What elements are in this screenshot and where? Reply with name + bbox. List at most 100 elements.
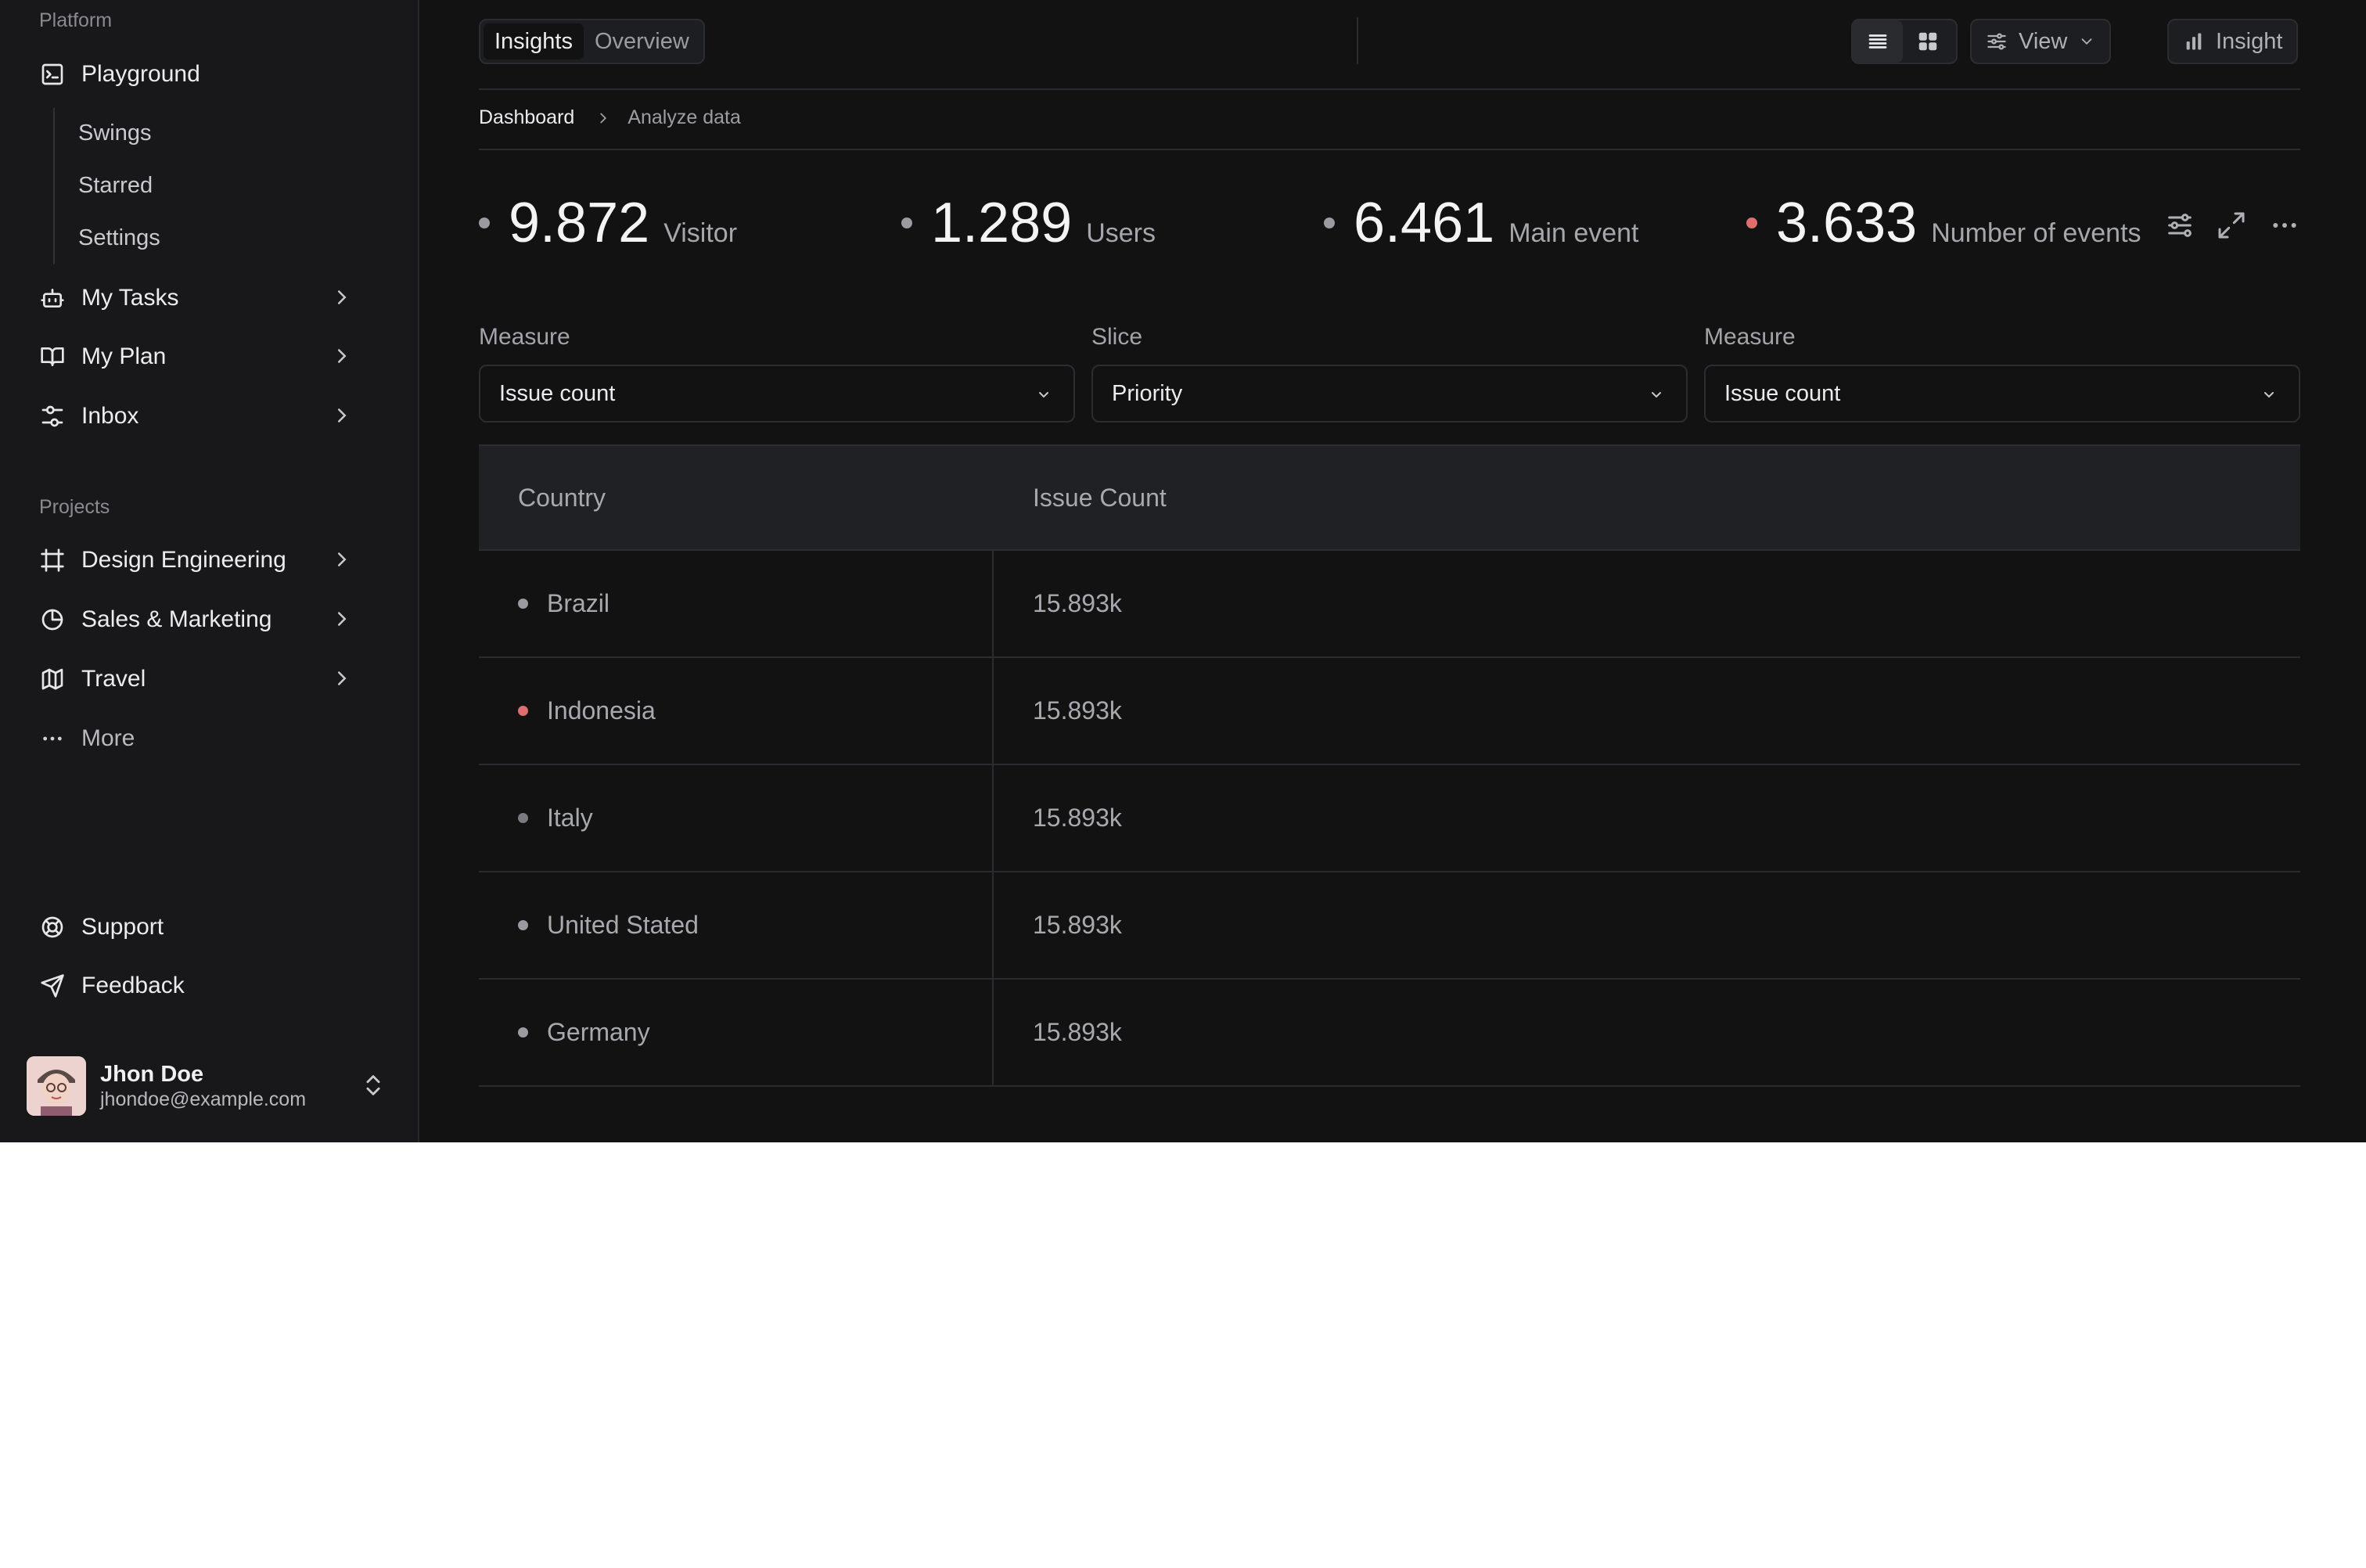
user-name: Jhon Doe bbox=[100, 1062, 204, 1087]
select-value: Issue count bbox=[1724, 380, 1841, 406]
country-name: United Stated bbox=[547, 911, 699, 939]
sidebar-item-support[interactable]: Support bbox=[28, 902, 388, 952]
stat-value: 3.633 bbox=[1776, 192, 1918, 254]
slice-select[interactable]: Priority bbox=[1091, 365, 1688, 423]
sidebar-subitem-starred[interactable]: Starred bbox=[78, 165, 153, 206]
sidebar-subitem-settings[interactable]: Settings bbox=[78, 218, 160, 258]
status-dot bbox=[518, 599, 528, 609]
chevron-right-icon bbox=[338, 349, 347, 363]
table-row[interactable]: Germany 15.893k bbox=[479, 980, 2300, 1087]
sidebar-item-my-plan[interactable]: My Plan bbox=[28, 332, 388, 382]
chevron-right-icon bbox=[600, 113, 607, 123]
sidebar-item-inbox[interactable]: Inbox bbox=[28, 391, 388, 441]
sidebar-item-label: My Tasks bbox=[81, 285, 179, 311]
layout-toggle bbox=[1851, 19, 1958, 64]
sidebar-item-label: My Plan bbox=[81, 343, 167, 369]
sidebar-item-feedback[interactable]: Feedback bbox=[28, 961, 388, 1011]
sidebar-subitem-swings[interactable]: Swings bbox=[78, 113, 152, 153]
sidebar-item-more[interactable]: More bbox=[28, 714, 388, 764]
column-header-country[interactable]: Country bbox=[479, 484, 994, 512]
stat-number-of-events: 3.633 Number of events bbox=[1746, 188, 2141, 258]
grid-view-button[interactable] bbox=[1903, 20, 1953, 63]
tab-overview[interactable]: Overview bbox=[584, 23, 700, 59]
stat-label: Users bbox=[1086, 218, 1156, 248]
chevrons-up-down-icon[interactable] bbox=[360, 1072, 387, 1099]
settings-sliders-icon bbox=[39, 403, 66, 430]
stat-label: Visitor bbox=[663, 218, 738, 248]
book-open-icon bbox=[39, 343, 66, 370]
sidebar-item-label: Playground bbox=[81, 61, 200, 87]
chevron-right-icon bbox=[338, 671, 347, 685]
table-cell-country: Germany bbox=[479, 980, 994, 1085]
sidebar-item-my-tasks[interactable]: My Tasks bbox=[28, 273, 388, 323]
sidebar-item-label: More bbox=[81, 725, 135, 751]
data-table: Country Issue Count Brazil 15.893k Indon… bbox=[479, 444, 2300, 1087]
user-menu[interactable]: Jhon Doe jhondoe@example.com bbox=[27, 1055, 394, 1117]
main-content: Insights Overview View Insight Dashboard bbox=[419, 0, 2366, 1142]
table-row[interactable]: Italy 15.893k bbox=[479, 765, 2300, 872]
column-header-issue-count[interactable]: Issue Count bbox=[994, 484, 1167, 512]
table-cell-country: Italy bbox=[479, 765, 994, 871]
frame-icon bbox=[39, 547, 66, 574]
stat-value: 1.289 bbox=[931, 192, 1073, 254]
status-dot bbox=[518, 920, 528, 930]
chevron-right-icon bbox=[338, 612, 347, 626]
country-name: Germany bbox=[547, 1018, 650, 1046]
tab-insights[interactable]: Insights bbox=[484, 23, 584, 59]
terminal-square-icon bbox=[39, 61, 66, 88]
toolbar-divider bbox=[1357, 17, 1358, 64]
more-horizontal-icon[interactable] bbox=[2269, 210, 2300, 241]
avatar bbox=[27, 1056, 86, 1116]
breadcrumb-item-dashboard[interactable]: Dashboard bbox=[479, 106, 574, 129]
bar-chart-icon bbox=[2186, 33, 2202, 50]
chevron-down-icon bbox=[2264, 392, 2274, 398]
list-view-button[interactable] bbox=[1853, 20, 1903, 63]
sidebar-item-label: Sales & Marketing bbox=[81, 606, 272, 632]
app-window: Platform Playground Swings Starred Setti… bbox=[0, 0, 2366, 1142]
insight-label: Insight bbox=[2216, 28, 2283, 54]
chevron-down-icon bbox=[2081, 38, 2092, 45]
grid-icon bbox=[1918, 32, 1937, 51]
stat-main-event: 6.461 Main event bbox=[1324, 188, 1639, 258]
stat-label: Number of events bbox=[1931, 218, 2141, 248]
table-cell-country: Indonesia bbox=[479, 658, 994, 764]
table-row[interactable]: Brazil 15.893k bbox=[479, 551, 2300, 658]
country-name: Indonesia bbox=[547, 696, 656, 725]
sidebar-item-travel[interactable]: Travel bbox=[28, 654, 388, 704]
insight-button[interactable]: Insight bbox=[2167, 19, 2299, 64]
measure-field-label: Measure bbox=[479, 324, 570, 350]
measure-select-2[interactable]: Issue count bbox=[1704, 365, 2300, 423]
view-label: View bbox=[2019, 28, 2068, 54]
country-name: Italy bbox=[547, 804, 593, 832]
breadcrumb: Dashboard Analyze data bbox=[479, 106, 741, 129]
measure-select[interactable]: Issue count bbox=[479, 365, 1075, 423]
breadcrumb-item-analyze-data: Analyze data bbox=[627, 106, 741, 128]
status-dot bbox=[518, 1027, 528, 1038]
table-cell-country: Brazil bbox=[479, 551, 994, 656]
table-row[interactable]: United Stated 15.893k bbox=[479, 872, 2300, 980]
table-cell-count: 15.893k bbox=[1033, 1018, 1122, 1046]
sidebar-item-playground[interactable]: Playground bbox=[28, 49, 388, 99]
chevron-down-icon bbox=[1652, 392, 1661, 398]
map-icon bbox=[39, 666, 66, 692]
more-horizontal-icon bbox=[39, 725, 66, 752]
expand-icon[interactable] bbox=[2216, 210, 2247, 241]
chevron-right-icon bbox=[338, 552, 347, 566]
sidebar-item-design-engineering[interactable]: Design Engineering bbox=[28, 535, 388, 585]
table-cell-count: 15.893k bbox=[1033, 696, 1122, 725]
filter-sliders-icon[interactable] bbox=[2164, 210, 2195, 241]
stat-visitor: 9.872 Visitor bbox=[479, 188, 737, 258]
sidebar-item-label: Travel bbox=[81, 666, 146, 692]
life-buoy-icon bbox=[39, 914, 66, 940]
country-name: Brazil bbox=[547, 589, 610, 617]
slice-field-label: Slice bbox=[1091, 324, 1143, 350]
chevron-right-icon bbox=[338, 290, 347, 304]
view-dropdown-button[interactable]: View bbox=[1970, 19, 2112, 64]
sidebar-item-label: Design Engineering bbox=[81, 547, 286, 573]
table-row[interactable]: Indonesia 15.893k bbox=[479, 658, 2300, 765]
sliders-icon bbox=[1987, 33, 2006, 50]
sidebar-item-label: Support bbox=[81, 914, 164, 940]
select-value: Issue count bbox=[499, 380, 616, 406]
sidebar-item-sales-marketing[interactable]: Sales & Marketing bbox=[28, 595, 388, 645]
chevron-right-icon bbox=[338, 408, 347, 423]
